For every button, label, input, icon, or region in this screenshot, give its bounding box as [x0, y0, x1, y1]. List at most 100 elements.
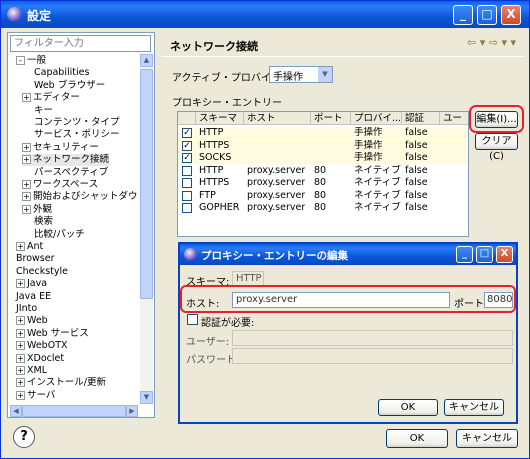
tree-item[interactable]: - 一般 — [16, 55, 46, 67]
tree-item[interactable]: + Web — [16, 315, 48, 327]
expand-icon[interactable]: + — [16, 242, 25, 251]
history-navigation-icon[interactable]: ⇦ ▾ ⇨ ▾ ▾ — [467, 36, 516, 49]
tree-item[interactable]: + セキュリティー — [22, 142, 99, 154]
active-provider-select[interactable]: 手操作 ▼ — [269, 66, 333, 83]
tree-item[interactable]: Checkstyle — [16, 266, 68, 278]
tree-item[interactable]: + 外観 — [22, 204, 52, 216]
dialog-cancel-button[interactable]: キャンセル — [444, 399, 504, 416]
tree-item[interactable]: サービス・ポリシー — [34, 129, 120, 141]
tree-item-label: パースペクティブ — [34, 166, 109, 178]
expand-icon[interactable]: + — [16, 328, 25, 338]
row-checkbox[interactable] — [182, 165, 192, 176]
tree-item-label: Java — [27, 278, 48, 290]
expand-icon[interactable]: + — [22, 204, 31, 214]
column-header-auth[interactable]: 認証 — [402, 112, 440, 125]
tree-item[interactable]: + Ant — [16, 241, 43, 253]
tree-item[interactable]: キー — [34, 105, 53, 117]
tree-item[interactable]: + エディター — [22, 92, 80, 104]
expand-icon[interactable]: + — [16, 378, 25, 388]
filter-input[interactable] — [10, 35, 151, 52]
expand-icon[interactable]: + — [22, 142, 31, 152]
cell-provider: 手操作 — [354, 139, 383, 151]
ok-button[interactable]: OK — [386, 429, 448, 448]
expand-icon[interactable]: + — [22, 93, 31, 103]
table-row[interactable]: HTTPS proxy.server 80 ネイティブ false — [178, 177, 468, 189]
scrollbar-thumb[interactable] — [140, 69, 153, 299]
tree-item[interactable]: + XML — [16, 365, 47, 377]
expand-icon[interactable]: + — [16, 390, 25, 400]
row-checkbox[interactable]: ✓ — [182, 153, 192, 163]
scrollbar-thumb[interactable] — [22, 405, 126, 417]
row-checkbox[interactable] — [182, 190, 192, 201]
dialog-minimize-button[interactable]: _ — [456, 246, 473, 263]
tree-item[interactable]: + ワークスペース — [22, 179, 98, 191]
proxy-entries-table[interactable]: スキーマ ホスト ポート プロバイ... 認証 ユー ✓ HTTP 手操作 false… — [177, 111, 469, 237]
expand-icon[interactable]: + — [16, 316, 25, 326]
column-header-provider[interactable]: プロバイ... — [351, 112, 402, 125]
chevron-down-icon[interactable]: ▼ — [318, 67, 332, 82]
table-row[interactable]: HTTP proxy.server 80 ネイティブ false — [178, 165, 468, 177]
expand-icon[interactable]: + — [22, 180, 31, 189]
close-button[interactable]: X — [501, 5, 521, 25]
tree-item[interactable]: JInto — [16, 303, 37, 315]
collapse-icon[interactable]: - — [16, 56, 25, 65]
expand-icon[interactable]: + — [22, 192, 31, 202]
column-header-check[interactable] — [178, 112, 196, 125]
scroll-left-icon[interactable]: ◀ — [10, 405, 22, 417]
tree-item[interactable]: 比較/パッチ — [34, 229, 85, 241]
table-row[interactable]: FTP proxy.server 80 ネイティブ false — [178, 190, 468, 202]
expand-icon[interactable]: + — [16, 366, 25, 375]
tree-item[interactable]: + ネットワーク接続 — [22, 154, 110, 167]
window-titlebar[interactable]: 設定 _ □ X — [1, 1, 529, 28]
scroll-right-icon[interactable]: ▶ — [126, 405, 138, 417]
tree-horizontal-scrollbar[interactable]: ◀ ▶ — [10, 405, 138, 417]
tree-item[interactable]: + 開始およびシャットダウ — [22, 191, 138, 203]
row-checkbox[interactable] — [182, 178, 192, 188]
minimize-button[interactable]: _ — [453, 5, 473, 25]
expand-icon[interactable]: + — [22, 155, 31, 165]
expand-icon[interactable]: + — [16, 341, 25, 351]
table-row[interactable]: ✓ HTTP 手操作 false — [178, 127, 468, 139]
row-checkbox[interactable]: ✓ — [182, 140, 192, 151]
column-header-port[interactable]: ポート — [311, 112, 351, 125]
dialog-maximize-button[interactable]: □ — [476, 246, 493, 263]
tree-item[interactable]: Java EE — [16, 291, 51, 303]
maximize-button[interactable]: □ — [477, 5, 497, 25]
tree-item[interactable]: + XDoclet — [16, 353, 64, 365]
tree-item[interactable]: + インストール/更新 — [16, 377, 106, 389]
user-label: ユーザー: — [186, 337, 230, 348]
row-checkbox[interactable] — [182, 203, 192, 213]
eclipse-icon — [7, 7, 22, 22]
table-row[interactable]: GOPHER proxy.server 80 ネイティブ false — [178, 202, 468, 214]
tree-item[interactable]: Capabilities — [34, 67, 89, 79]
expand-icon[interactable]: + — [16, 353, 25, 363]
column-header-host[interactable]: ホスト — [244, 112, 311, 125]
eclipse-icon — [184, 248, 197, 261]
table-row[interactable]: ✓ HTTPS 手操作 false — [178, 139, 468, 152]
tree-item[interactable]: コンテンツ・タイプ — [34, 117, 120, 129]
tree-item[interactable]: + WebOTX — [16, 340, 68, 352]
dialog-titlebar[interactable]: プロキシー・エントリーの編集 _ □ X — [180, 244, 516, 265]
tree-item[interactable]: + Java — [16, 278, 47, 290]
column-header-user[interactable]: ユー — [440, 112, 468, 125]
tree-vertical-scrollbar[interactable]: ▲ ▼ — [140, 54, 153, 404]
tree-item[interactable]: パースペクティブ — [34, 167, 108, 179]
row-checkbox[interactable]: ✓ — [182, 128, 192, 138]
clear-button[interactable]: クリア(C) — [475, 133, 518, 162]
tree-item[interactable]: + サーバ — [16, 390, 55, 402]
tree-item[interactable]: Browser — [16, 253, 55, 265]
tree-item[interactable]: 検索 — [34, 216, 53, 228]
cancel-button[interactable]: キャンセル — [456, 429, 518, 448]
tree-item[interactable]: + Web サービス — [16, 328, 89, 340]
dialog-ok-button[interactable]: OK — [378, 399, 438, 416]
scroll-down-icon[interactable]: ▼ — [140, 391, 153, 404]
table-row[interactable]: ✓ SOCKS 手操作 false — [178, 152, 468, 164]
tree-item[interactable]: Web ブラウザー — [34, 80, 105, 92]
scroll-up-icon[interactable]: ▲ — [140, 54, 153, 67]
dialog-close-button[interactable]: X — [496, 246, 513, 263]
user-field — [232, 330, 513, 346]
expand-icon[interactable]: + — [16, 279, 25, 289]
help-icon[interactable]: ? — [13, 426, 35, 448]
auth-required-checkbox[interactable] — [187, 314, 198, 325]
column-header-schema[interactable]: スキーマ — [196, 112, 244, 125]
